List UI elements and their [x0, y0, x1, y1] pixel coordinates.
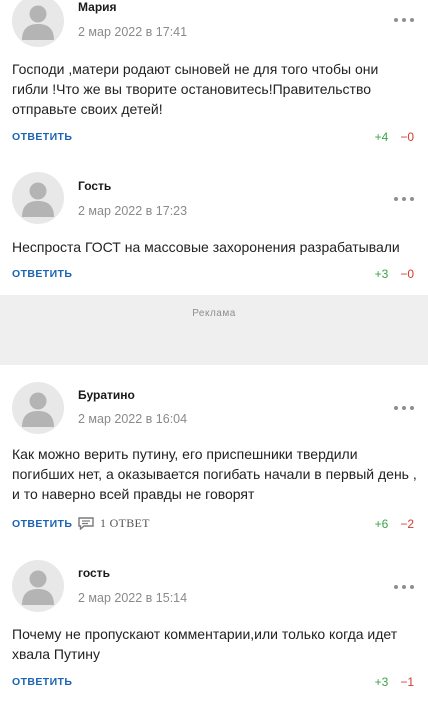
- comment-author[interactable]: гость: [78, 566, 110, 580]
- comment-author[interactable]: Буратино: [78, 388, 135, 402]
- vote-down-button[interactable]: −0: [400, 267, 414, 281]
- comment-date: 2 мар 2022 в 15:14: [78, 591, 188, 605]
- comment-author[interactable]: Мария: [78, 0, 117, 14]
- user-avatar-icon[interactable]: [12, 560, 64, 612]
- comment-bubble-icon: [78, 517, 94, 530]
- replies-count: 1 ОТВЕТ: [100, 516, 150, 530]
- vote-counter: +3 −0: [375, 267, 414, 281]
- vote-up-button[interactable]: +4: [375, 130, 389, 144]
- replies-toggle[interactable]: 1 ОТВЕТ: [78, 516, 150, 531]
- ad-banner[interactable]: Реклама: [0, 295, 428, 365]
- comment-date: 2 мар 2022 в 16:04: [78, 412, 188, 426]
- comment-text: Неспроста ГОСТ на массовые захоронения р…: [12, 239, 400, 255]
- vote-counter: +4 −0: [375, 130, 414, 144]
- comment-2: Гость 2 мар 2022 в 17:23 Неспроста ГОСТ …: [0, 172, 428, 287]
- ad-label: Реклама: [192, 308, 236, 319]
- more-dots-icon[interactable]: [394, 17, 414, 23]
- vote-counter: +3 −1: [375, 675, 414, 689]
- user-avatar-icon[interactable]: [12, 172, 64, 224]
- vote-down-button[interactable]: −0: [400, 130, 414, 144]
- reply-button[interactable]: ОТВЕТИТЬ: [12, 676, 72, 688]
- comment-text: Господи ,матери родают сыновей не для то…: [12, 61, 379, 117]
- comment-text: Как можно верить путину, его приспешники…: [12, 446, 417, 502]
- vote-up-button[interactable]: +6: [375, 517, 389, 531]
- user-avatar-icon[interactable]: [12, 382, 64, 434]
- vote-counter: +6 −2: [375, 517, 414, 531]
- comment-3: Буратино 2 мар 2022 в 16:04 Как можно ве…: [0, 382, 428, 537]
- user-avatar-icon[interactable]: [12, 0, 64, 47]
- comment-text: Почему не пропускают комментарии,или тол…: [12, 626, 398, 662]
- comment-4: гость 2 мар 2022 в 15:14 Почему не пропу…: [0, 560, 428, 708]
- comment-author[interactable]: Гость: [78, 179, 111, 193]
- comment-date: 2 мар 2022 в 17:41: [78, 25, 188, 39]
- vote-up-button[interactable]: +3: [375, 267, 389, 281]
- reply-button[interactable]: ОТВЕТИТЬ: [12, 268, 72, 280]
- comment-1: Мария 2 мар 2022 в 17:41 Господи ,матери…: [0, 0, 428, 155]
- vote-up-button[interactable]: +3: [375, 675, 389, 689]
- reply-button[interactable]: ОТВЕТИТЬ: [12, 518, 72, 530]
- comment-date: 2 мар 2022 в 17:23: [78, 204, 188, 218]
- vote-down-button[interactable]: −1: [400, 675, 414, 689]
- reply-button[interactable]: ОТВЕТИТЬ: [12, 131, 72, 143]
- vote-down-button[interactable]: −2: [400, 517, 414, 531]
- more-dots-icon[interactable]: [394, 405, 414, 411]
- more-dots-icon[interactable]: [394, 584, 414, 590]
- more-dots-icon[interactable]: [394, 196, 414, 202]
